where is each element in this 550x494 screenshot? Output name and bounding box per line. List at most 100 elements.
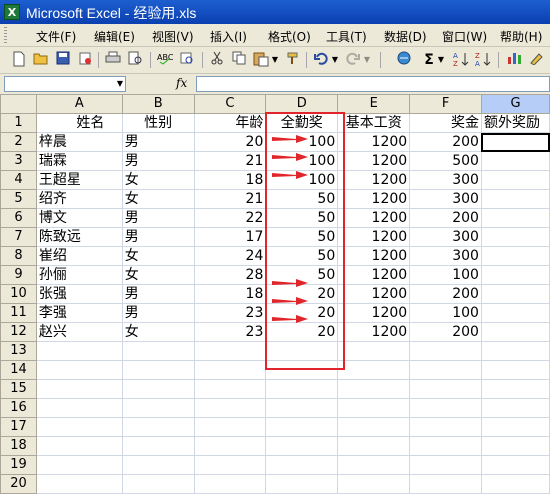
cell-e20[interactable]	[337, 474, 411, 494]
row-header[interactable]: 20	[0, 474, 37, 494]
row-header[interactable]: 11	[0, 303, 37, 323]
cell-e19[interactable]	[337, 455, 411, 475]
redo-icon[interactable]	[344, 51, 362, 69]
cell-f5[interactable]: 300	[409, 189, 482, 209]
cell-g4[interactable]	[480, 170, 550, 190]
row-header[interactable]: 15	[0, 379, 37, 399]
cell-e9[interactable]: 1200	[337, 265, 411, 285]
cell-b13[interactable]	[121, 341, 195, 361]
cell-b19[interactable]	[121, 455, 195, 475]
cell-g1[interactable]: 额外奖励	[480, 113, 550, 133]
cell-e15[interactable]	[337, 379, 411, 399]
cell-a18[interactable]	[35, 436, 123, 456]
column-header-e[interactable]: E	[337, 94, 411, 114]
menu-insert[interactable]: 插入(I)	[210, 28, 247, 45]
cell-g11[interactable]	[480, 303, 550, 323]
cell-b11[interactable]: 男	[121, 303, 195, 323]
cell-b15[interactable]	[121, 379, 195, 399]
cell-a12[interactable]: 赵兴	[35, 322, 123, 342]
cell-d1[interactable]: 全勤奖	[265, 113, 339, 133]
cell-f17[interactable]	[409, 417, 482, 437]
row-header[interactable]: 12	[0, 322, 37, 342]
cell-a6[interactable]: 博文	[35, 208, 123, 228]
paste-dropdown-icon[interactable]: ▼	[270, 51, 280, 69]
cell-f15[interactable]	[409, 379, 482, 399]
cell-g16[interactable]	[480, 398, 550, 418]
format-painter-icon[interactable]	[284, 51, 302, 69]
cell-e11[interactable]: 1200	[337, 303, 411, 323]
column-header-f[interactable]: F	[409, 94, 482, 114]
cell-d11[interactable]: 20	[265, 303, 339, 323]
cell-e7[interactable]: 1200	[337, 227, 411, 247]
name-box[interactable]: ▼	[4, 76, 126, 92]
cell-c15[interactable]	[193, 379, 267, 399]
cell-g8[interactable]	[480, 246, 550, 266]
column-header-g[interactable]: G	[480, 94, 550, 114]
cell-b3[interactable]: 男	[121, 151, 195, 171]
row-header[interactable]: 4	[0, 170, 37, 190]
row-header[interactable]: 2	[0, 132, 37, 152]
cell-e17[interactable]	[337, 417, 411, 437]
cell-a13[interactable]	[35, 341, 123, 361]
cell-f19[interactable]	[409, 455, 482, 475]
cell-c16[interactable]	[193, 398, 267, 418]
autosum-dropdown-icon[interactable]: ▼	[436, 51, 446, 69]
row-header[interactable]: 6	[0, 208, 37, 228]
cell-a3[interactable]: 瑞霖	[35, 151, 123, 171]
cell-d15[interactable]	[265, 379, 339, 399]
cell-a20[interactable]	[35, 474, 123, 494]
cell-c3[interactable]: 21	[193, 151, 267, 171]
cell-f9[interactable]: 100	[409, 265, 482, 285]
cell-c9[interactable]: 28	[193, 265, 267, 285]
cell-a15[interactable]	[35, 379, 123, 399]
paste-icon[interactable]	[252, 51, 270, 69]
cell-c7[interactable]: 17	[193, 227, 267, 247]
cell-e6[interactable]: 1200	[337, 208, 411, 228]
column-header-a[interactable]: A	[35, 94, 123, 114]
cell-d20[interactable]	[265, 474, 339, 494]
cell-b20[interactable]	[121, 474, 195, 494]
cell-f2[interactable]: 200	[409, 132, 482, 152]
cell-a8[interactable]: 崔绍	[35, 246, 123, 266]
cell-d10[interactable]: 20	[265, 284, 339, 304]
row-header[interactable]: 19	[0, 455, 37, 475]
row-header[interactable]: 13	[0, 341, 37, 361]
cell-b16[interactable]	[121, 398, 195, 418]
menu-format[interactable]: 格式(O)	[268, 28, 311, 45]
menu-file[interactable]: 文件(F)	[36, 28, 76, 45]
open-icon[interactable]	[32, 51, 50, 69]
row-header[interactable]: 10	[0, 284, 37, 304]
cell-g12[interactable]	[480, 322, 550, 342]
cell-b6[interactable]: 男	[121, 208, 195, 228]
cell-e10[interactable]: 1200	[337, 284, 411, 304]
cell-b10[interactable]: 男	[121, 284, 195, 304]
cell-f18[interactable]	[409, 436, 482, 456]
row-header[interactable]: 3	[0, 151, 37, 171]
cell-a11[interactable]: 李强	[35, 303, 123, 323]
cell-d5[interactable]: 50	[265, 189, 339, 209]
cell-a4[interactable]: 王超星	[35, 170, 123, 190]
cell-d18[interactable]	[265, 436, 339, 456]
select-all-corner[interactable]	[0, 94, 37, 114]
column-header-d[interactable]: D	[265, 94, 339, 114]
cell-d19[interactable]	[265, 455, 339, 475]
cell-f13[interactable]	[409, 341, 482, 361]
column-header-b[interactable]: B	[121, 94, 195, 114]
cell-b7[interactable]: 男	[121, 227, 195, 247]
row-header[interactable]: 14	[0, 360, 37, 380]
menu-view[interactable]: 视图(V)	[152, 28, 194, 45]
drawing-icon[interactable]	[528, 51, 546, 69]
menu-tools[interactable]: 工具(T)	[326, 28, 367, 45]
cell-e18[interactable]	[337, 436, 411, 456]
cell-a10[interactable]: 张强	[35, 284, 123, 304]
undo-dropdown-icon[interactable]: ▼	[330, 51, 340, 69]
cell-f14[interactable]	[409, 360, 482, 380]
cell-e12[interactable]: 1200	[337, 322, 411, 342]
sort-ascending-icon[interactable]: AZ	[452, 51, 470, 69]
column-header-c[interactable]: C	[193, 94, 267, 114]
cell-g10[interactable]	[480, 284, 550, 304]
permission-icon[interactable]	[76, 51, 94, 69]
cell-c18[interactable]	[193, 436, 267, 456]
cell-g9[interactable]	[480, 265, 550, 285]
cell-g19[interactable]	[480, 455, 550, 475]
